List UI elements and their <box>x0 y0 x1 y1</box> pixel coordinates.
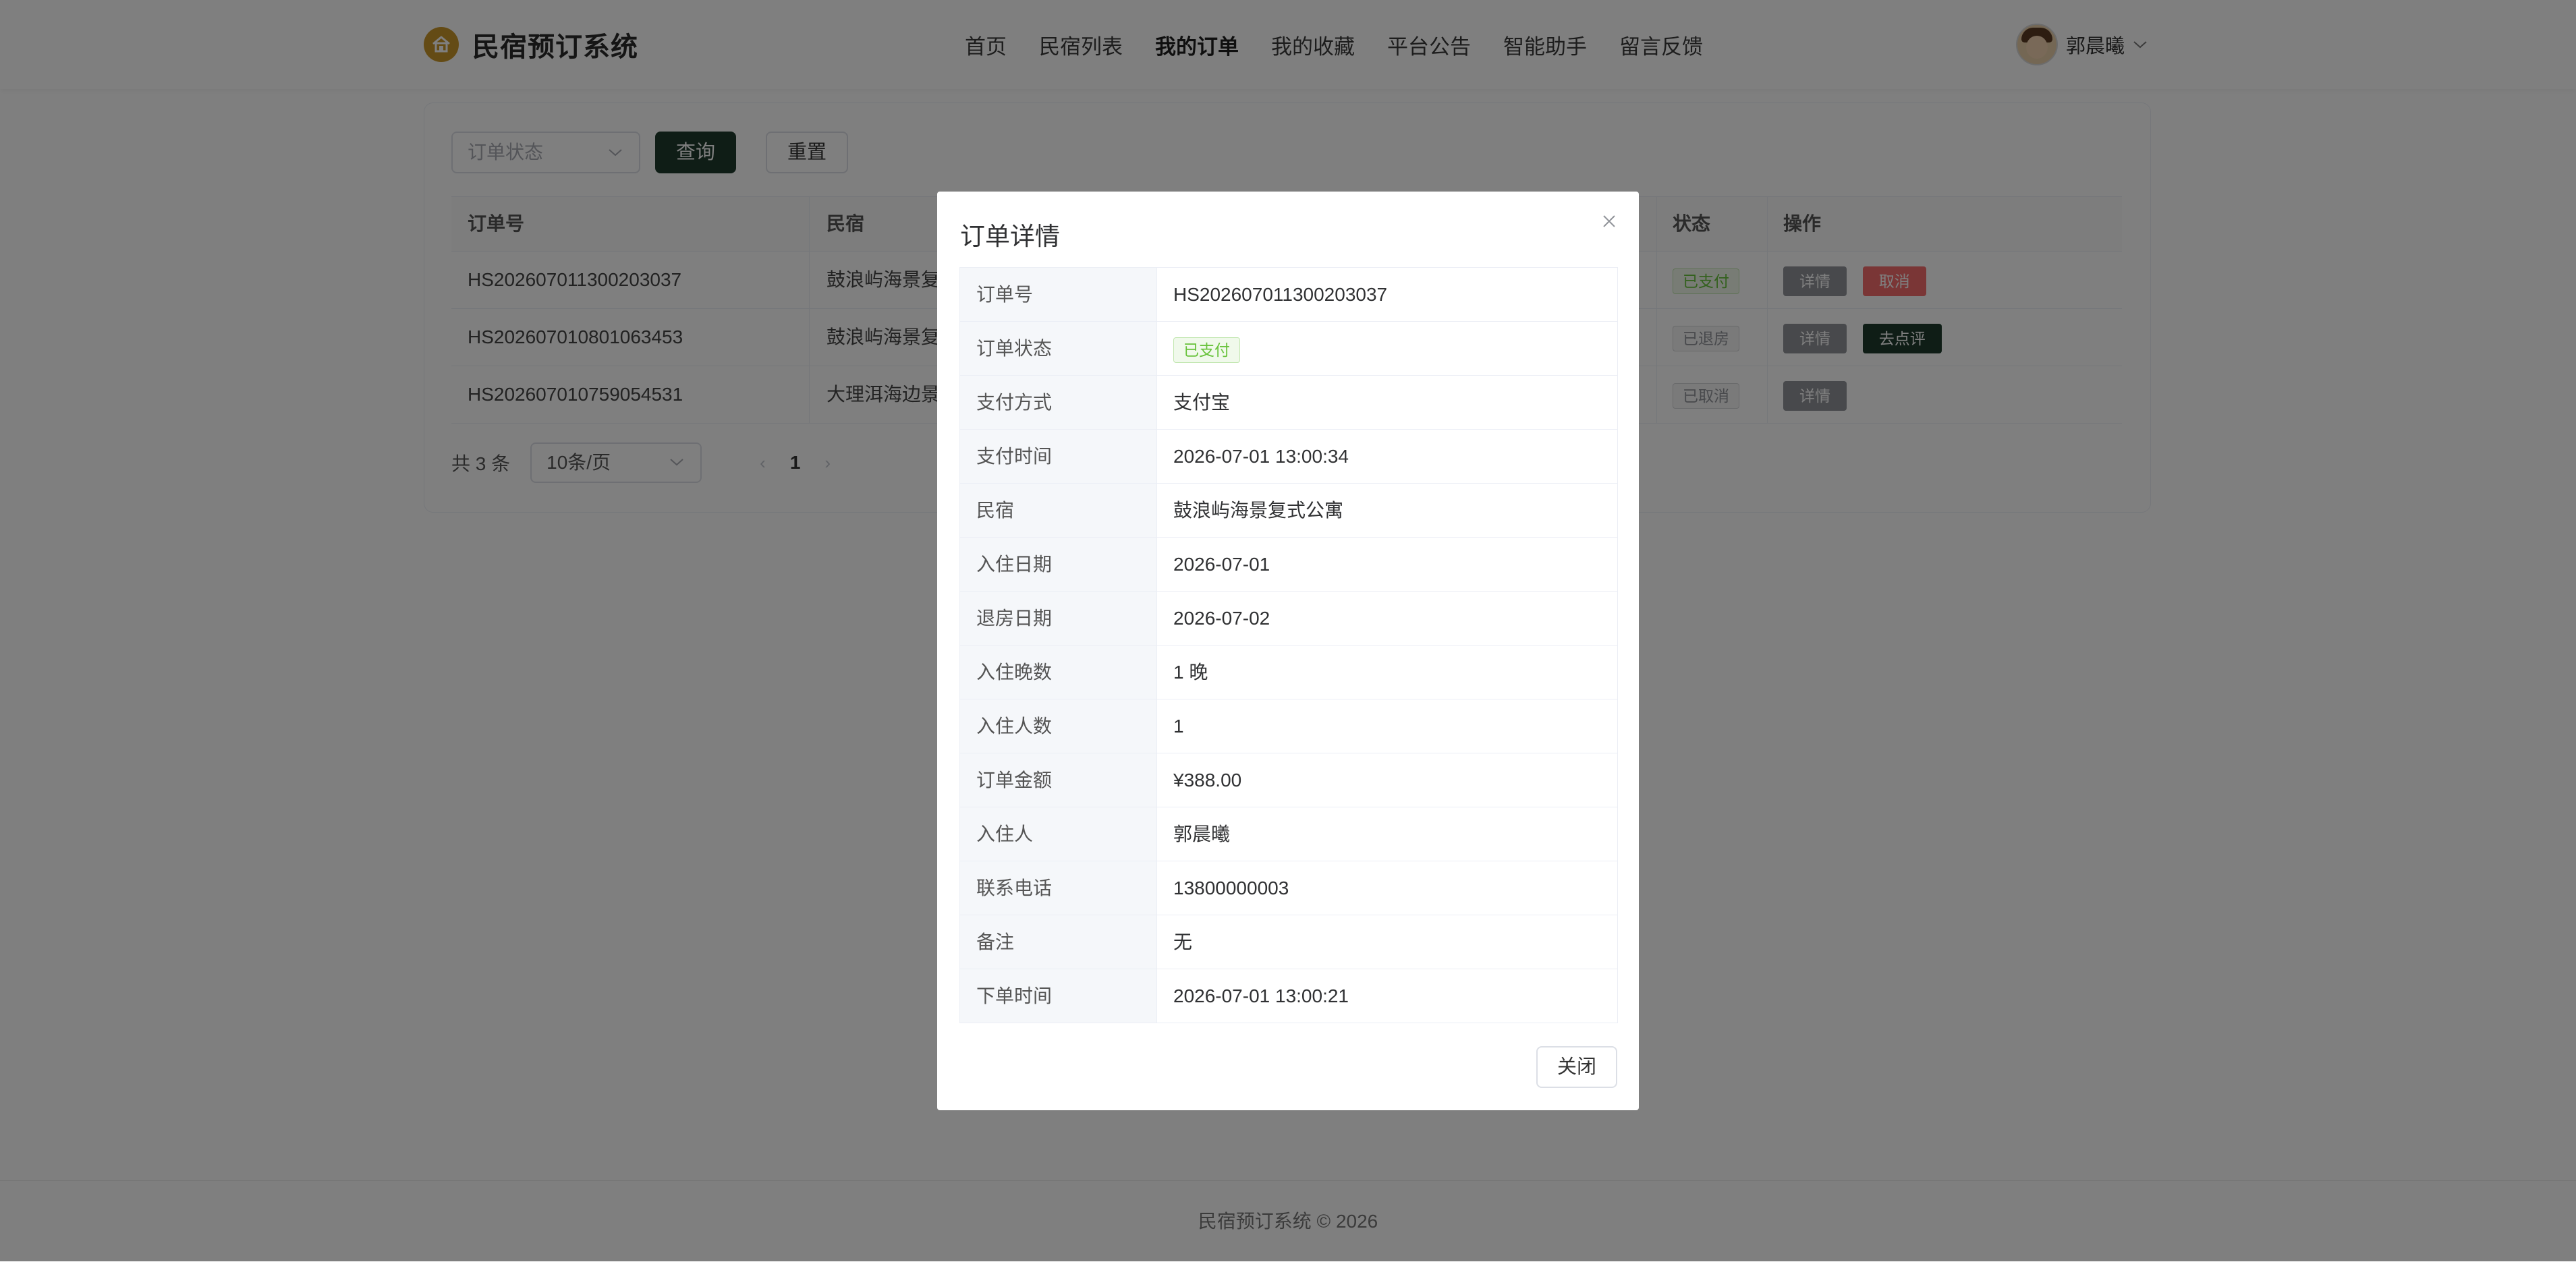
detail-value: 2026-07-01 13:00:21 <box>1173 985 1349 1006</box>
detail-row-remark: 备注 无 <box>960 915 1617 969</box>
detail-label: 订单号 <box>960 268 1157 321</box>
detail-value: 1 晚 <box>1173 662 1208 683</box>
detail-value: 1 <box>1173 716 1184 737</box>
detail-value: ¥388.00 <box>1173 770 1242 791</box>
detail-label: 支付方式 <box>960 376 1157 429</box>
detail-value: 2026-07-02 <box>1173 608 1270 629</box>
detail-row-checkout-date: 退房日期 2026-07-02 <box>960 592 1617 646</box>
detail-row-order-status: 订单状态 已支付 <box>960 322 1617 376</box>
detail-row-created-time: 下单时间 2026-07-01 13:00:21 <box>960 969 1617 1023</box>
detail-value: 2026-07-01 <box>1173 554 1270 575</box>
detail-row-amount: 订单金额 ¥388.00 <box>960 753 1617 807</box>
detail-value: 13800000003 <box>1173 878 1289 898</box>
order-detail-list: 订单号 HS202607011300203037 订单状态 已支付 支付方式 支… <box>959 267 1618 1023</box>
detail-value: HS202607011300203037 <box>1173 284 1388 305</box>
detail-label: 入住晚数 <box>960 646 1157 699</box>
detail-label: 联系电话 <box>960 861 1157 915</box>
detail-label: 入住人数 <box>960 699 1157 753</box>
detail-value: 无 <box>1173 931 1193 952</box>
detail-label: 下单时间 <box>960 969 1157 1023</box>
detail-label: 退房日期 <box>960 592 1157 645</box>
close-icon[interactable] <box>1597 209 1621 233</box>
detail-label: 入住日期 <box>960 538 1157 591</box>
detail-label: 入住人 <box>960 807 1157 861</box>
order-detail-dialog: 订单详情 订单号 HS202607011300203037 订单状态 已支付 支… <box>937 192 1639 1110</box>
detail-row-phone: 联系电话 13800000003 <box>960 861 1617 915</box>
detail-row-payment-time: 支付时间 2026-07-01 13:00:34 <box>960 430 1617 484</box>
detail-row-order-no: 订单号 HS202607011300203037 <box>960 268 1617 322</box>
dialog-title: 订单详情 <box>960 223 1060 250</box>
detail-value: 郭晨曦 <box>1173 824 1231 844</box>
detail-label: 支付时间 <box>960 430 1157 483</box>
detail-label: 民宿 <box>960 484 1157 537</box>
close-dialog-button[interactable]: 关闭 <box>1536 1046 1617 1088</box>
detail-row-checkin-date: 入住日期 2026-07-01 <box>960 538 1617 592</box>
detail-row-guests: 入住人数 1 <box>960 699 1617 753</box>
detail-label: 订单状态 <box>960 322 1157 375</box>
detail-row-nights: 入住晚数 1 晚 <box>960 646 1617 699</box>
detail-row-payment-method: 支付方式 支付宝 <box>960 376 1617 430</box>
detail-row-homestay: 民宿 鼓浪屿海景复式公寓 <box>960 484 1617 538</box>
detail-label: 备注 <box>960 915 1157 969</box>
app: 民宿预订系统 首页 民宿列表 我的订单 我的收藏 平台公告 智能助手 留言反馈 … <box>0 0 2576 1262</box>
detail-value: 2026-07-01 13:00:34 <box>1173 446 1349 467</box>
status-badge: 已支付 <box>1173 337 1240 363</box>
detail-row-guest-name: 入住人 郭晨曦 <box>960 807 1617 861</box>
detail-value: 鼓浪屿海景复式公寓 <box>1173 500 1344 521</box>
detail-value: 支付宝 <box>1173 392 1231 413</box>
detail-label: 订单金额 <box>960 753 1157 807</box>
